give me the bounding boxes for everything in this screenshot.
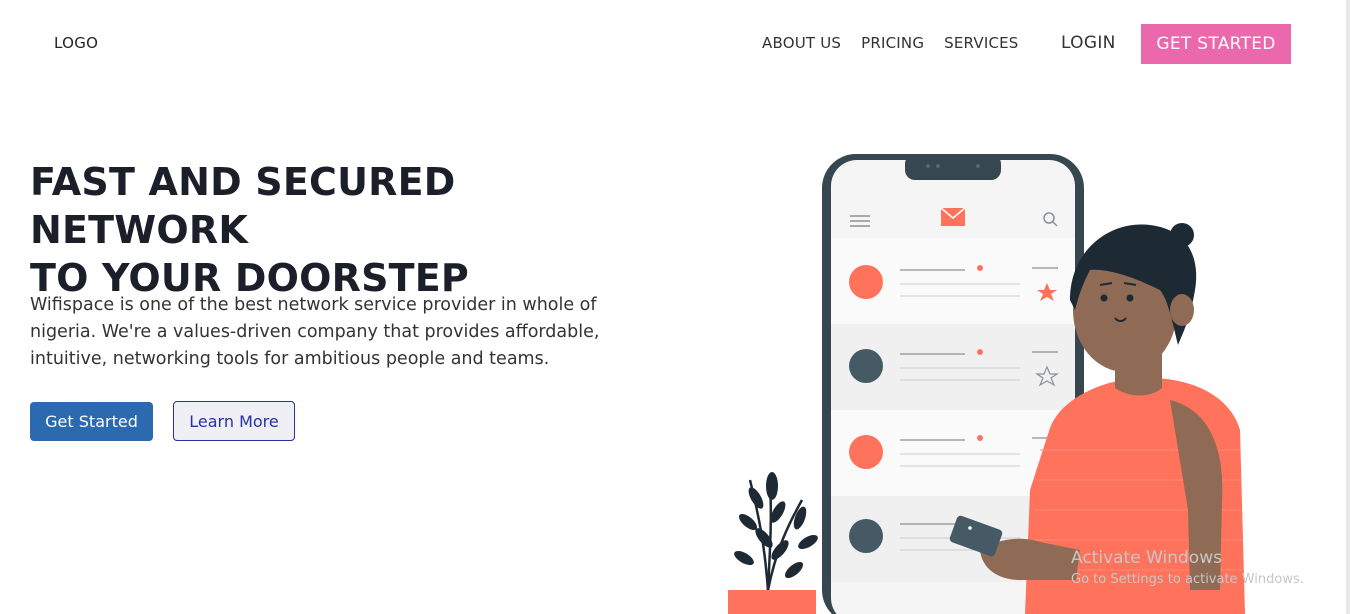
login-link[interactable]: LOGIN — [1061, 33, 1116, 53]
watermark-line-2: Go to Settings to activate Windows. — [1071, 572, 1304, 587]
hero-title: FAST AND SECURED NETWORK TO YOUR DOORSTE… — [30, 158, 670, 302]
windows-activation-watermark: Activate Windows Go to Settings to activ… — [1071, 548, 1304, 587]
hero-title-line-1: FAST AND SECURED NETWORK — [30, 160, 456, 252]
nav-pricing[interactable]: PRICING — [861, 34, 924, 52]
hero-illustration — [728, 154, 1245, 614]
hero-description: Wifispace is one of the best network ser… — [30, 295, 600, 369]
main-nav: ABOUT US PRICING SERVICES — [762, 34, 1039, 52]
learn-more-button[interactable]: Learn More — [173, 401, 295, 441]
nav-services[interactable]: SERVICES — [944, 34, 1018, 52]
plant-icon — [728, 472, 818, 614]
watermark-line-1: Activate Windows — [1071, 548, 1222, 568]
nav-about-us[interactable]: ABOUT US — [762, 34, 841, 52]
page-scrollbar[interactable] — [1346, 0, 1350, 614]
site-logo[interactable]: LOGO — [54, 34, 98, 52]
get-started-header-button[interactable]: GET STARTED — [1141, 24, 1291, 64]
get-started-button[interactable]: Get Started — [30, 402, 153, 441]
